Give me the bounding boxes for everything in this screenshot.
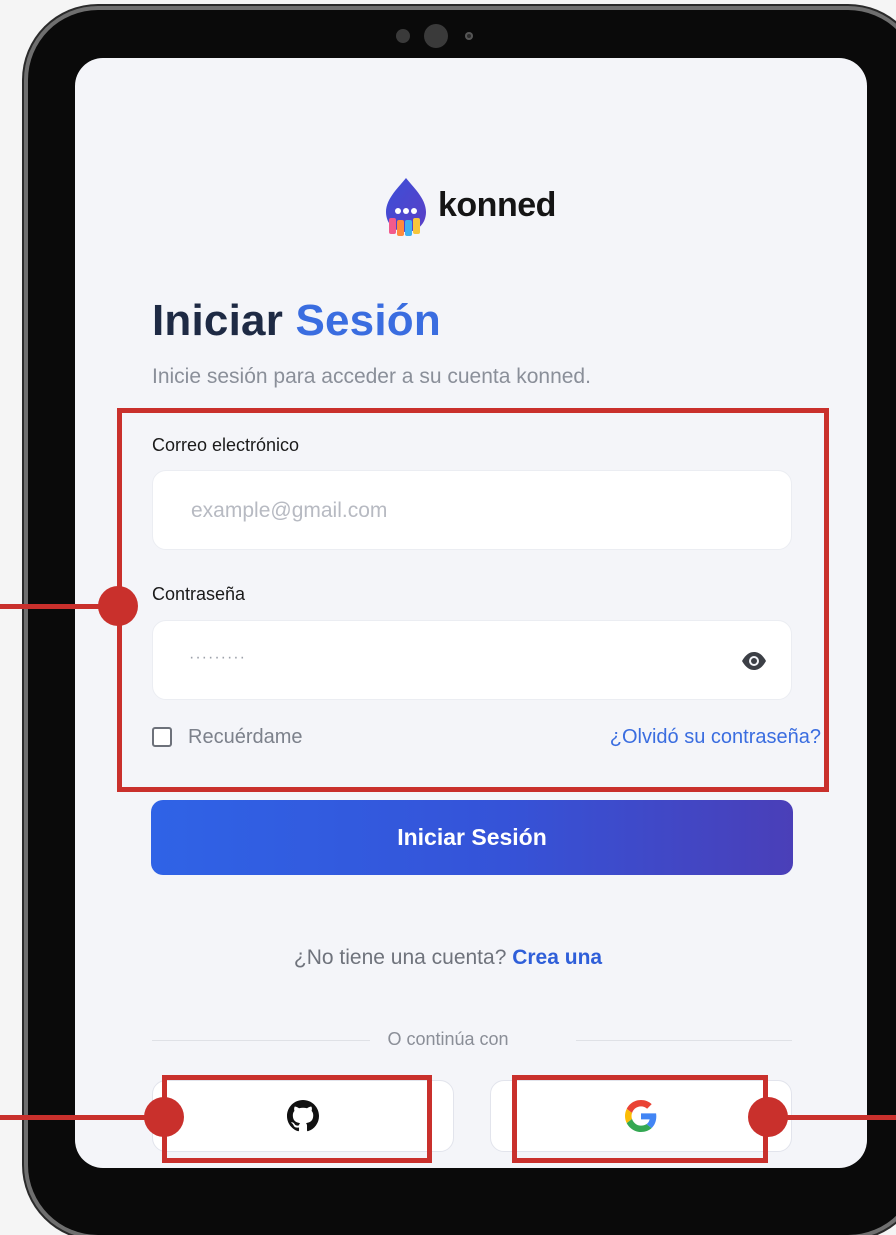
form-highlight-box xyxy=(117,408,829,792)
signup-link[interactable]: Crea una xyxy=(512,946,602,969)
page-title-part2: Sesión xyxy=(295,296,441,345)
brand-logo: konned xyxy=(380,176,556,238)
google-highlight-box xyxy=(512,1075,768,1163)
form-callout-dot xyxy=(98,586,138,626)
google-callout-dot xyxy=(748,1097,788,1137)
camera-light-icon xyxy=(465,32,473,40)
signup-text: ¿No tiene una cuenta? xyxy=(293,946,507,969)
page-title-part1: Iniciar xyxy=(152,296,284,345)
page-title: Iniciar Sesión xyxy=(152,296,441,346)
page-subtitle: Inicie sesión para acceder a su cuenta k… xyxy=(152,365,591,388)
github-callout-dot xyxy=(144,1097,184,1137)
front-camera-icon xyxy=(424,24,448,48)
github-highlight-box xyxy=(162,1075,432,1163)
signup-prompt: ¿No tiene una cuenta? Crea una xyxy=(0,946,896,970)
github-callout-line xyxy=(0,1115,150,1120)
camera-sensor-icon xyxy=(396,29,410,43)
login-button[interactable]: Iniciar Sesión xyxy=(151,800,793,875)
divider-text: O continúa con xyxy=(387,1029,509,1049)
brand-name: konned xyxy=(438,185,556,224)
konned-logo-icon xyxy=(386,178,426,236)
google-callout-line xyxy=(770,1115,896,1120)
